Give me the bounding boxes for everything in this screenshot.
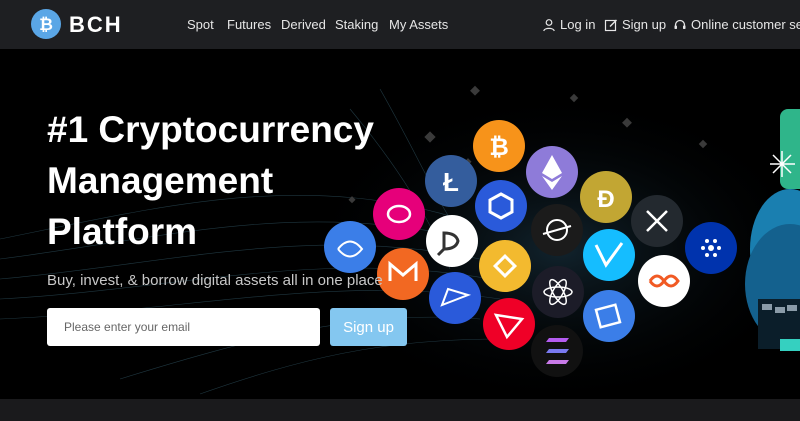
email-input[interactable] [47,308,320,346]
headset-icon [674,19,686,29]
svg-text:₿: ₿ [489,134,509,161]
svg-text:₿: ₿ [39,15,53,34]
svg-text:Ð: Ð [597,186,614,213]
dogecoin-coin-icon: Ð [580,171,632,223]
footer-strip [0,399,800,421]
online-customer-service-link[interactable]: Online customer service [673,17,800,32]
dfinity-coin-icon [426,215,478,267]
cosmos-coin-icon [532,266,584,318]
bitcoin-icon[interactable]: ₿ [31,9,61,39]
binance-coin-icon [479,240,531,292]
litecoin-coin-icon: Ł [425,155,477,207]
chainlink-coin-icon [475,180,527,232]
brand-name[interactable]: BCH [69,12,123,38]
bitcoin-coin-icon: ₿ [473,120,525,172]
signup-label: Sign up [622,17,667,32]
nav-staking[interactable]: Staking [335,17,378,32]
nav-futures[interactable]: Futures [227,17,271,32]
tron-coin-icon [483,298,535,350]
nano-coin-icon [429,272,481,324]
support-label: Online customer service [691,17,800,32]
algorand-coin-icon [583,290,635,342]
edit-icon [604,19,617,31]
nav-my-assets[interactable]: My Assets [389,17,448,32]
hero-signup-button[interactable]: Sign up [330,308,407,346]
stellar-coin-icon [531,204,583,256]
hero-section: ₿ Ł Ð #1 Cryptocurrency Management Platf… [0,49,800,399]
nav-derived[interactable]: Derived [281,17,326,32]
hero-subtitle: Buy, invest, & borrow digital assets all… [47,272,383,289]
cardano-coin-icon [685,222,737,274]
vechain-coin-icon [583,229,635,281]
top-navigation-bar: ₿ BCH Spot Futures Derived Staking My As… [0,0,800,49]
signup-link[interactable]: Sign up [604,17,666,32]
hero-title: #1 Cryptocurrency Management Platform [47,109,374,252]
xrp-coin-icon [631,195,683,247]
nav-spot[interactable]: Spot [187,17,214,32]
user-icon [543,18,555,31]
ethereum-coin-icon [526,146,578,198]
login-label: Log in [560,17,596,32]
login-link[interactable]: Log in [542,17,595,32]
svg-text:Ł: Ł [443,167,459,197]
solana-coin-icon [531,325,583,377]
internet-computer-coin-icon [638,255,690,307]
